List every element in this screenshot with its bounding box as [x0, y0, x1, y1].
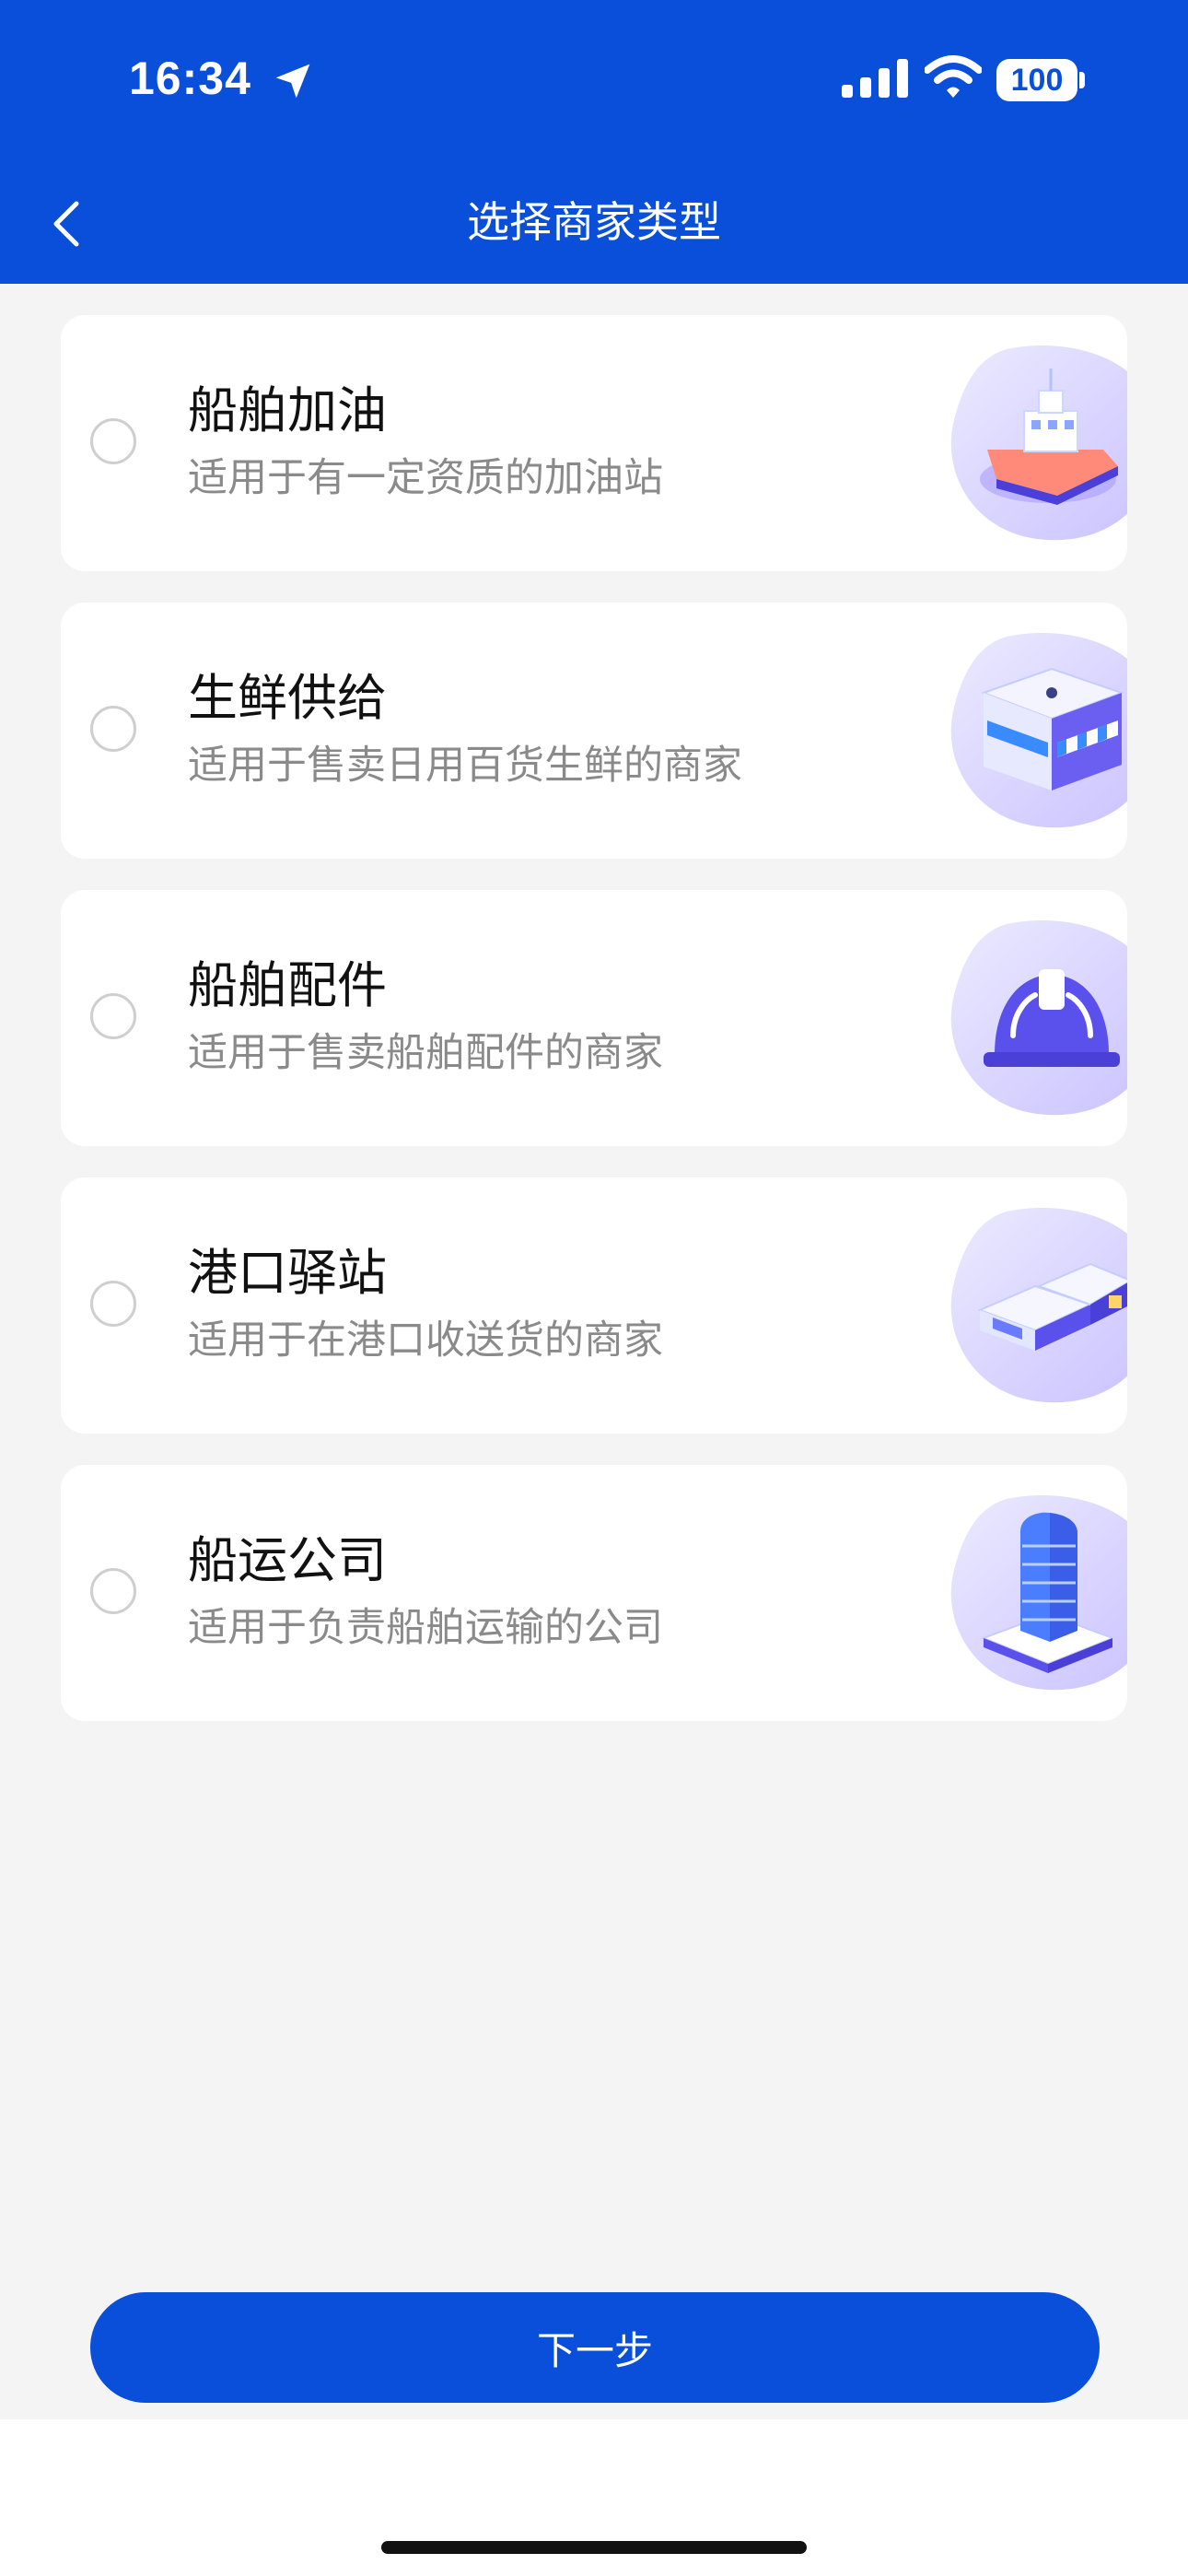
option-title: 港口驿站	[188, 1244, 387, 1302]
option-title: 船运公司	[188, 1531, 387, 1589]
option-card-port-station[interactable]: 港口驿站 适用于在港口收送货的商家	[61, 1177, 1127, 1434]
battery-level: 100	[1010, 62, 1064, 98]
radio-button[interactable]	[90, 418, 136, 464]
next-button[interactable]: 下一步	[90, 2292, 1100, 2403]
option-card-shipping-company[interactable]: 船运公司 适用于负责船舶运输的公司	[61, 1465, 1127, 1721]
next-button-label: 下一步	[536, 2327, 653, 2373]
battery-indicator: 100	[996, 59, 1077, 101]
location-arrow-icon	[275, 64, 310, 99]
ship-icon	[950, 345, 1127, 541]
store-icon	[950, 633, 1127, 828]
radio-button[interactable]	[90, 993, 136, 1039]
helmet-icon	[950, 920, 1127, 1116]
header: 16:34 100 选择商家类型	[0, 0, 1188, 284]
option-card-fuel[interactable]: 船舶加油 适用于有一定资质的加油站	[61, 315, 1127, 571]
option-description: 适用于有一定资质的加油站	[188, 455, 663, 501]
option-card-ship-parts[interactable]: 船舶配件 适用于售卖船舶配件的商家	[61, 890, 1127, 1146]
building-icon	[950, 1495, 1127, 1691]
status-time: 16:34	[129, 53, 251, 104]
option-description: 适用于负责船舶运输的公司	[188, 1605, 663, 1651]
option-card-fresh-supply[interactable]: 生鲜供给 适用于售卖日用百货生鲜的商家	[61, 603, 1127, 859]
wifi-icon	[925, 55, 982, 98]
cellular-signal-icon	[842, 59, 908, 98]
option-title: 生鲜供给	[188, 669, 387, 727]
option-description: 适用于在港口收送货的商家	[188, 1317, 663, 1364]
radio-button[interactable]	[90, 1281, 136, 1327]
battery-tip	[1079, 72, 1085, 88]
warehouse-icon	[950, 1208, 1127, 1403]
option-description: 适用于售卖船舶配件的商家	[188, 1030, 663, 1076]
radio-button[interactable]	[90, 706, 136, 752]
option-description: 适用于售卖日用百货生鲜的商家	[188, 743, 742, 789]
option-title: 船舶加油	[188, 381, 387, 439]
radio-button[interactable]	[90, 1568, 136, 1614]
option-title: 船舶配件	[188, 956, 387, 1014]
home-indicator[interactable]	[381, 2541, 807, 2554]
page-title: 选择商家类型	[467, 197, 721, 247]
